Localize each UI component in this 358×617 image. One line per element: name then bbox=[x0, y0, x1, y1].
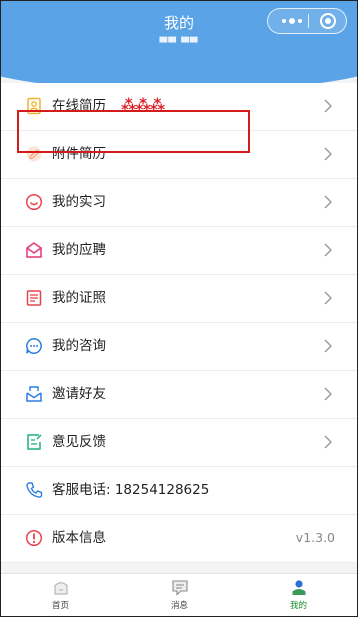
more-menu-button[interactable] bbox=[278, 9, 306, 33]
chevron-right-icon bbox=[324, 195, 332, 209]
application-inbox-icon bbox=[26, 242, 42, 258]
menu-item-label: 我的实习 bbox=[52, 194, 106, 210]
feedback-icon bbox=[27, 434, 42, 450]
menu-item-label: 我的证照 bbox=[52, 290, 106, 306]
tab-bar: 首页 消息 我的 bbox=[1, 573, 357, 616]
menu-item-service-phone[interactable]: 客服电话: 18254128625 bbox=[1, 467, 357, 515]
capsule-divider bbox=[308, 14, 309, 28]
version-number: v1.3.0 bbox=[295, 530, 335, 545]
tab-messages[interactable]: 消息 bbox=[120, 574, 239, 616]
menu-item-label: 邀请好友 bbox=[52, 386, 106, 402]
menu-item-my-internship[interactable]: 我的实习 bbox=[1, 179, 357, 227]
tab-profile[interactable]: 我的 bbox=[239, 574, 357, 616]
menu-list: 在线简历 ⁂⁂⁂ 附件简历 我的实习 我的应聘 我的证照 我的咨询 邀请好友 意… bbox=[1, 83, 357, 563]
menu-item-my-applications[interactable]: 我的应聘 bbox=[1, 227, 357, 275]
chevron-right-icon bbox=[324, 339, 332, 353]
info-icon bbox=[25, 529, 43, 547]
tab-label: 消息 bbox=[170, 601, 188, 611]
chat-icon bbox=[26, 338, 42, 354]
menu-item-feedback[interactable]: 意见反馈 bbox=[1, 419, 357, 467]
menu-item-invite-friends[interactable]: 邀请好友 bbox=[1, 371, 357, 419]
close-mini-program-icon[interactable] bbox=[320, 13, 336, 29]
menu-item-label: 客服电话: 18254128625 bbox=[52, 482, 210, 498]
chevron-right-icon bbox=[324, 435, 332, 449]
highlight-box bbox=[17, 110, 250, 153]
tab-label: 我的 bbox=[289, 601, 307, 611]
chevron-right-icon bbox=[324, 147, 332, 161]
tab-home[interactable]: 首页 bbox=[1, 574, 120, 616]
header: 我的 ▀▀ ▀▀ bbox=[1, 1, 357, 91]
invite-icon bbox=[26, 386, 42, 402]
more-dot-icon bbox=[289, 18, 295, 24]
chevron-right-icon bbox=[324, 387, 332, 401]
menu-item-my-consultations[interactable]: 我的咨询 bbox=[1, 323, 357, 371]
menu-item-label: 意见反馈 bbox=[52, 434, 106, 450]
message-icon bbox=[171, 580, 188, 596]
menu-item-version-info[interactable]: 版本信息 v1.3.0 bbox=[1, 515, 357, 563]
more-dot-icon bbox=[298, 19, 302, 23]
chevron-right-icon bbox=[324, 99, 332, 113]
chevron-right-icon bbox=[324, 243, 332, 257]
home-icon bbox=[54, 582, 67, 595]
chevron-right-icon bbox=[324, 291, 332, 305]
menu-item-label: 我的应聘 bbox=[52, 242, 106, 258]
certificate-icon bbox=[26, 290, 42, 306]
mini-program-capsule bbox=[267, 8, 347, 34]
menu-item-label: 版本信息 bbox=[52, 530, 106, 546]
user-name: ▀▀ ▀▀ bbox=[159, 38, 199, 49]
tab-label: 首页 bbox=[51, 601, 69, 611]
menu-item-label: 我的咨询 bbox=[52, 338, 106, 354]
more-dot-icon bbox=[282, 19, 286, 23]
profile-icon bbox=[292, 580, 305, 595]
phone-icon bbox=[26, 482, 43, 498]
internship-icon bbox=[25, 193, 43, 211]
phone-frame: 我的 ▀▀ ▀▀ 在线简历 ⁂⁂⁂ 附件简历 我的实习 我的应聘 我的证照 我的… bbox=[0, 0, 358, 617]
menu-item-my-certificates[interactable]: 我的证照 bbox=[1, 275, 357, 323]
